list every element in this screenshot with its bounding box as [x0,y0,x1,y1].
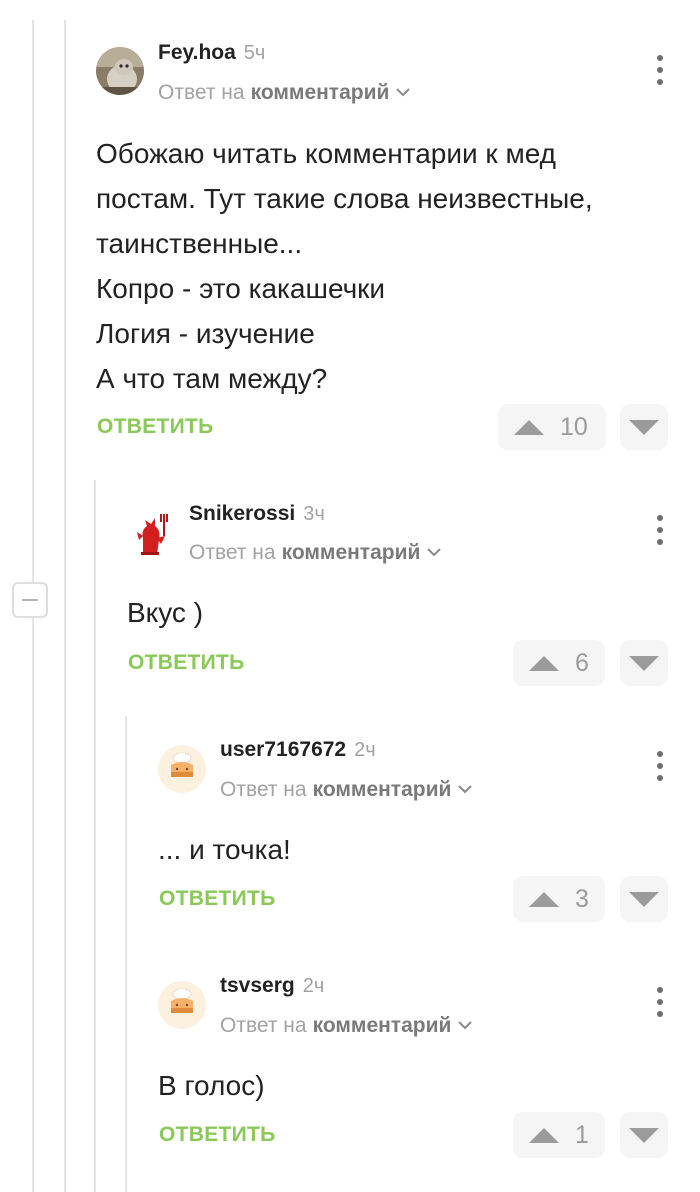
reply-to-line: Ответ на комментарий [220,1014,473,1038]
upvote-triangle-icon [529,1128,559,1143]
kebab-menu-icon[interactable] [648,52,672,88]
comment-time: 5ч [243,42,266,64]
comment-line: постам. Тут такие слова неизвестные, [96,183,593,214]
owl-photo-avatar[interactable] [96,47,144,95]
vote-count: 1 [575,1121,589,1149]
reply-button[interactable]: ОТВЕТИТЬ [159,887,276,911]
chevron-down-icon[interactable] [457,1012,473,1036]
thread-line-root [32,20,34,582]
upvote-button[interactable]: 3 [513,876,605,922]
thread-collapse-button[interactable] [12,582,48,618]
comment-time: 2ч [354,739,376,761]
comment-body: ... и точка! [158,827,291,872]
vote-count: 10 [560,413,588,441]
upvote-button[interactable]: 6 [513,640,605,686]
comment-author[interactable]: user7167672 2ч [220,738,376,762]
comment-body: Вкус ) [127,590,203,635]
reply-button[interactable]: ОТВЕТИТЬ [128,651,245,675]
reply-to-prefix: Ответ на [158,81,245,104]
reply-to-link[interactable]: комментарий [313,1014,452,1037]
comment-body: Обожаю читать комментарии к мед постам. … [96,131,593,401]
downvote-button[interactable] [620,1112,668,1158]
thread-line-root-lower [32,618,34,1192]
comment-line: Обожаю читать комментарии к мед [96,138,557,169]
comment-author[interactable]: Fey.hoa 5ч [158,41,265,65]
thread-line-level-3 [125,716,127,1192]
reply-to-link[interactable]: комментарий [313,778,452,801]
comment-time: 2ч [302,975,325,997]
comment-line: таинственные... [96,228,303,259]
upvote-triangle-icon [514,420,544,435]
reply-to-prefix: Ответ на [220,778,307,801]
downvote-triangle-icon [629,420,659,435]
default-cake-avatar[interactable] [158,981,206,1029]
downvote-button[interactable] [620,876,668,922]
reply-to-line: Ответ на комментарий [158,81,411,105]
reply-to-prefix: Ответ на [189,541,276,564]
comment-line: Логия - изучение [96,318,315,349]
comment-time: 3ч [303,503,325,525]
chevron-down-icon[interactable] [426,539,442,563]
reply-button[interactable]: ОТВЕТИТЬ [97,415,214,439]
reply-to-link[interactable]: комментарий [251,81,390,104]
comment-line: В голос) [158,1070,265,1101]
chevron-down-icon[interactable] [457,776,473,800]
comment-line: Копро - это какашечки [96,273,386,304]
comment-author[interactable]: Snikerossi 3ч [189,502,325,526]
reply-to-line: Ответ на комментарий [220,778,473,802]
reply-to-prefix: Ответ на [220,1014,307,1037]
downvote-triangle-icon [629,656,659,671]
kebab-menu-icon[interactable] [648,748,672,784]
upvote-button[interactable]: 10 [498,404,606,450]
reply-to-link[interactable]: комментарий [282,541,421,564]
thread-line-level-2 [94,480,96,1192]
upvote-triangle-icon [529,892,559,907]
upvote-button[interactable]: 1 [513,1112,605,1158]
chevron-down-icon[interactable] [395,79,411,103]
downvote-triangle-icon [629,892,659,907]
comment-line: А что там между? [96,363,328,394]
comment-line: ... и точка! [158,834,291,865]
default-cake-avatar[interactable] [158,745,206,793]
downvote-triangle-icon [629,1128,659,1143]
comment-author[interactable]: tsvserg 2ч [220,974,324,998]
vote-count: 6 [575,649,589,677]
reply-to-line: Ответ на комментарий [189,541,442,565]
downvote-button[interactable] [620,404,668,450]
vote-count: 3 [575,885,589,913]
kebab-menu-icon[interactable] [648,512,672,548]
kebab-menu-icon[interactable] [648,984,672,1020]
upvote-triangle-icon [529,656,559,671]
comment-body: В голос) [158,1063,265,1108]
red-dragon-avatar[interactable] [127,510,175,558]
reply-button[interactable]: ОТВЕТИТЬ [159,1123,276,1147]
downvote-button[interactable] [620,640,668,686]
thread-line-level-1 [64,20,66,1192]
comment-line: Вкус ) [127,597,204,628]
